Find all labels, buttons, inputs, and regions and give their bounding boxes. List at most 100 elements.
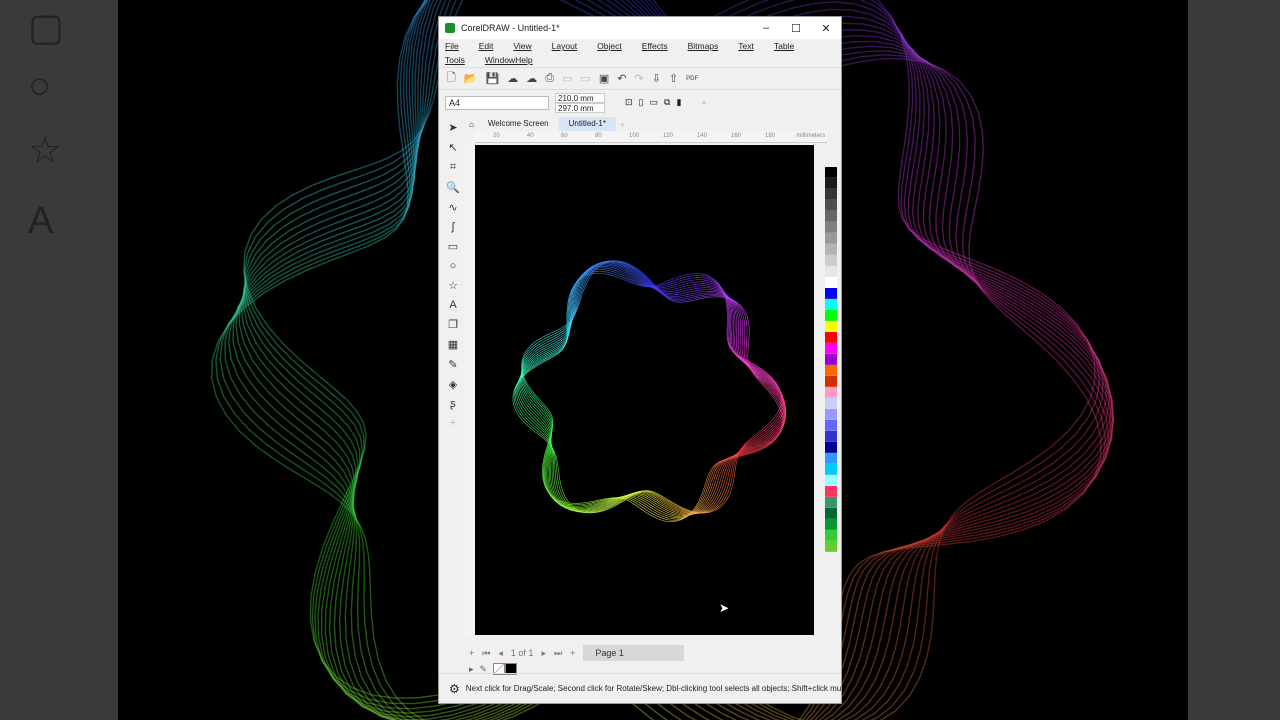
menu-table[interactable]: Table — [774, 41, 794, 51]
palette-swatch[interactable] — [825, 200, 837, 211]
palette-swatch[interactable] — [825, 475, 837, 486]
tab-untitled-1[interactable]: Untitled-1* — [558, 117, 616, 131]
first-page-icon[interactable]: ⏮ — [482, 648, 490, 659]
export-icon[interactable]: ⇧ — [669, 72, 678, 85]
pick-tool-icon[interactable]: ➤ — [448, 121, 457, 134]
palette-swatch[interactable] — [825, 420, 837, 431]
rectangle-tool-icon[interactable]: ▭ — [448, 240, 458, 253]
menu-window[interactable]: Window — [485, 55, 515, 65]
palette-swatch[interactable] — [825, 222, 837, 233]
landscape-icon[interactable]: ▭ — [650, 97, 659, 108]
menu-text[interactable]: Text — [738, 41, 754, 51]
page-height-field[interactable]: 297.0 mm — [555, 102, 605, 113]
print-icon[interactable]: ⎙ — [545, 72, 554, 85]
shape-tool-icon[interactable]: ↖ — [448, 141, 457, 154]
eyedropper-tool-icon[interactable]: ✎ — [448, 358, 457, 371]
menu-view[interactable]: View — [513, 41, 531, 51]
portrait-icon[interactable]: ▯ — [639, 97, 644, 108]
cloud-upload-icon[interactable]: ☁ — [526, 72, 537, 85]
minimize-button[interactable]: – — [751, 22, 781, 35]
add-page-before-icon[interactable]: + — [469, 648, 474, 658]
palette-swatch[interactable] — [825, 398, 837, 409]
palette-swatch[interactable] — [825, 277, 837, 288]
crop-tool-icon[interactable]: ⌗ — [450, 161, 456, 174]
palette-swatch[interactable] — [825, 310, 837, 321]
tab-welcome-screen[interactable]: Welcome Screen — [478, 117, 559, 131]
polygon-tool-icon[interactable]: ☆ — [448, 279, 458, 292]
smart-fill-icon[interactable]: ʂ — [450, 398, 456, 410]
palette-swatch[interactable] — [825, 464, 837, 475]
palette-swatch[interactable] — [825, 299, 837, 310]
pdf-icon[interactable]: PDF — [686, 76, 698, 82]
menu-edit[interactable]: Edit — [479, 41, 494, 51]
cut-icon[interactable]: ▭ — [562, 72, 572, 85]
palette-swatch[interactable] — [825, 442, 837, 453]
palette-swatch[interactable] — [825, 332, 837, 343]
paste-icon[interactable]: ▣ — [599, 72, 609, 85]
palette-swatch[interactable] — [825, 288, 837, 299]
fill-tool-icon[interactable]: ◈ — [449, 378, 457, 391]
maximize-button[interactable]: ☐ — [781, 22, 811, 35]
new-document-icon[interactable]: 🗋 — [447, 69, 456, 88]
palette-swatch[interactable] — [825, 431, 837, 442]
palette-swatch[interactable] — [825, 508, 837, 519]
cloud-download-icon[interactable]: ☁ — [507, 72, 518, 85]
palette-swatch[interactable] — [825, 211, 837, 222]
palette-swatch[interactable] — [825, 497, 837, 508]
last-page-icon[interactable]: ⏭ — [554, 648, 562, 659]
add-icon[interactable]: + — [701, 98, 706, 108]
page-width-field[interactable]: 210.0 mm — [555, 92, 605, 103]
text-tool-icon[interactable]: A — [449, 299, 456, 311]
menu-layout[interactable]: Layout — [552, 41, 578, 51]
save-icon[interactable]: 💾 — [486, 72, 500, 85]
palette-swatch[interactable] — [825, 244, 837, 255]
palette-swatch[interactable] — [825, 189, 837, 200]
spirograph-ring-artwork[interactable] — [475, 145, 814, 635]
palette-swatch[interactable] — [825, 343, 837, 354]
home-icon[interactable]: ⌂ — [469, 120, 474, 129]
prev-page-icon[interactable]: ◂ — [498, 648, 503, 659]
palette-swatch[interactable] — [825, 541, 837, 552]
current-page-icon[interactable]: ▮ — [676, 97, 681, 108]
palette-swatch[interactable] — [825, 519, 837, 530]
add-tool-icon[interactable]: + — [450, 417, 456, 429]
palette-swatch[interactable] — [825, 530, 837, 541]
curve-tool-icon[interactable]: ∿ — [448, 201, 457, 214]
menu-effects[interactable]: Effects — [642, 41, 668, 51]
gear-icon[interactable]: ⚙ — [449, 682, 460, 696]
palette-swatch[interactable] — [825, 321, 837, 332]
artistic-media-icon[interactable]: ʃ — [452, 221, 454, 233]
menu-file[interactable]: File — [445, 41, 459, 51]
palette-swatch[interactable] — [825, 233, 837, 244]
shadow-tool-icon[interactable]: ❐ — [448, 318, 458, 331]
menu-object[interactable]: Object — [597, 41, 622, 51]
open-icon[interactable]: 📂 — [464, 72, 478, 85]
redo-icon[interactable]: ↷ — [635, 72, 644, 85]
next-page-icon[interactable]: ▸ — [541, 648, 546, 659]
palette-swatch[interactable] — [825, 409, 837, 420]
menu-bitmaps[interactable]: Bitmaps — [688, 41, 719, 51]
undo-icon[interactable]: ↶ — [617, 72, 626, 85]
palette-swatch[interactable] — [825, 453, 837, 464]
zoom-tool-icon[interactable]: 🔍 — [446, 181, 460, 194]
palette-swatch[interactable] — [825, 178, 837, 189]
palette-swatch[interactable] — [825, 486, 837, 497]
palette-swatch[interactable] — [825, 365, 837, 376]
palette-swatch[interactable] — [825, 387, 837, 398]
all-pages-icon[interactable]: ⧉ — [664, 97, 670, 108]
new-tab-icon[interactable]: + — [620, 120, 625, 129]
drawing-canvas[interactable]: ➤ — [475, 145, 814, 635]
menu-tools[interactable]: Tools — [445, 55, 465, 65]
close-button[interactable]: ✕ — [811, 22, 841, 35]
transparency-tool-icon[interactable]: ▦ — [448, 338, 458, 351]
palette-swatch[interactable] — [825, 167, 837, 178]
page-tab[interactable]: Page 1 — [583, 645, 684, 661]
palette-swatch[interactable] — [825, 376, 837, 387]
palette-swatch[interactable] — [825, 255, 837, 266]
page-size-select[interactable]: A4 — [445, 95, 549, 110]
add-page-after-icon[interactable]: + — [570, 648, 575, 658]
palette-swatch[interactable] — [825, 354, 837, 365]
menu-help[interactable]: Help — [515, 55, 532, 65]
import-icon[interactable]: ⇩ — [652, 72, 661, 85]
palette-swatch[interactable] — [825, 266, 837, 277]
